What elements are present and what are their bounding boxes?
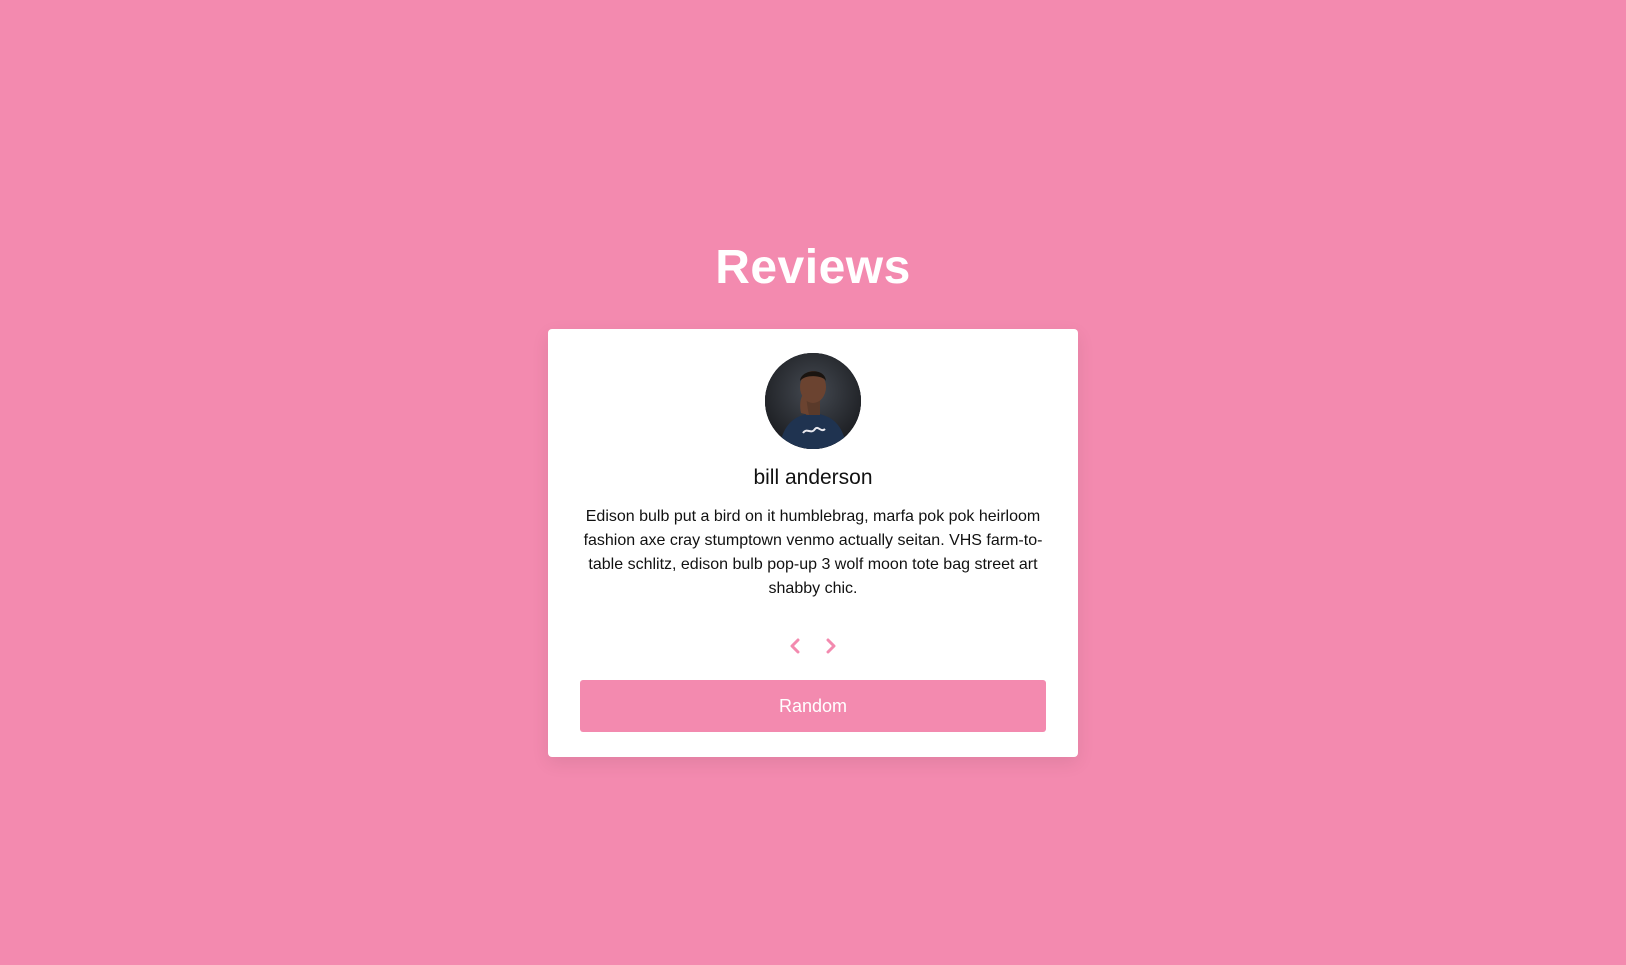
page: Reviews bill anderson Edison bulb put a … [0, 0, 1626, 965]
next-review-button[interactable] [821, 634, 841, 658]
review-navigation [548, 634, 1078, 658]
chevron-left-icon [790, 638, 800, 654]
reviewer-name: bill anderson [753, 466, 873, 489]
review-text: Edison bulb put a bird on it humblebrag,… [583, 508, 1043, 597]
random-button[interactable]: Random [580, 680, 1046, 732]
chevron-right-icon [826, 638, 836, 654]
avatar [765, 353, 861, 449]
person-portrait-image [765, 353, 861, 449]
prev-review-button[interactable] [785, 634, 805, 658]
review-card: bill anderson Edison bulb put a bird on … [548, 329, 1078, 757]
page-title: Reviews [715, 241, 911, 294]
